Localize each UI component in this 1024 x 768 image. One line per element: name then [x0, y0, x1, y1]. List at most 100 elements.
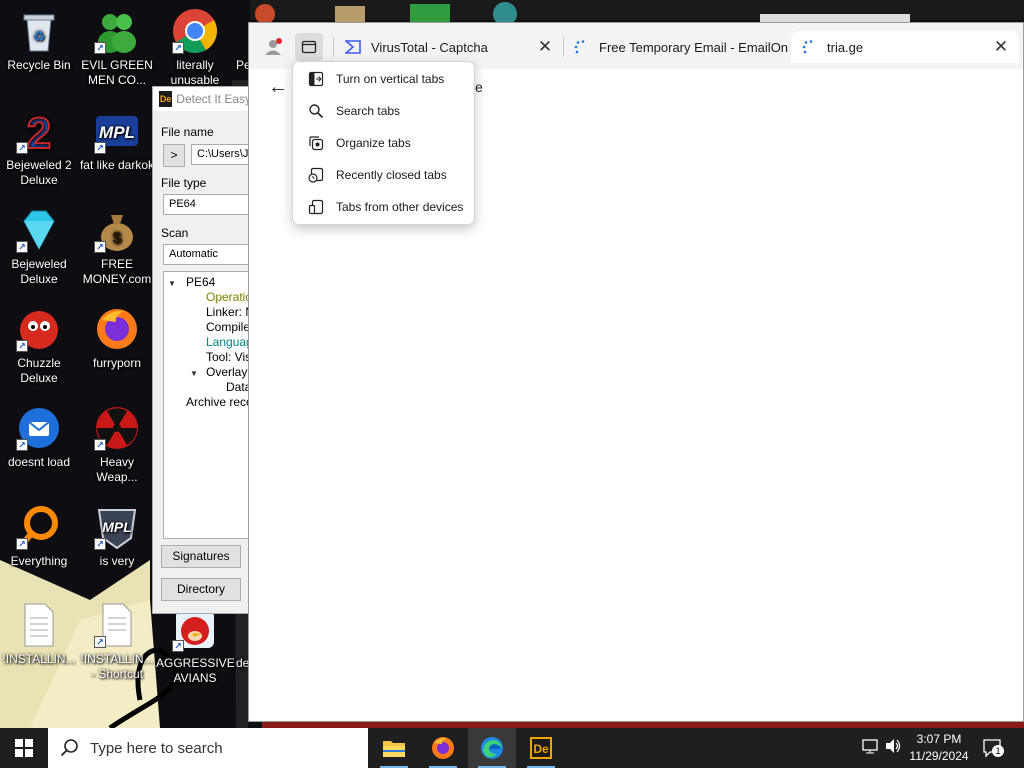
- taskbar-app-firefox[interactable]: [419, 728, 467, 768]
- tree-node[interactable]: Languag: [206, 335, 251, 350]
- tree-node[interactable]: Archive reco: [186, 395, 251, 410]
- taskbar-app-edge[interactable]: [468, 728, 516, 768]
- system-clock[interactable]: 3:07 PM 11/29/2024: [906, 731, 972, 765]
- desktop-icon-free-money[interactable]: $ ↗ FREE MONEY.com: [78, 207, 156, 287]
- network-icon[interactable]: [862, 738, 880, 757]
- tree-node[interactable]: PE64: [186, 275, 215, 290]
- desktop-icon-de[interactable]: de: [230, 606, 250, 671]
- shortcut-arrow-icon: ↗: [172, 42, 184, 54]
- tree-node[interactable]: Overlay:: [206, 365, 251, 380]
- menu-item-other-devices[interactable]: Tabs from other devices: [298, 192, 470, 222]
- tree-expand-icon[interactable]: ▼: [168, 276, 176, 291]
- back-arrow-icon[interactable]: ←: [265, 75, 291, 101]
- profile-icon: [265, 38, 282, 55]
- tree-node[interactable]: Compile: [206, 320, 250, 335]
- address-text[interactable]: e: [475, 79, 483, 95]
- desktop-icon-evil-green-men[interactable]: ↗ EVIL GREEN MEN CO...: [78, 8, 156, 88]
- menu-item-recently-closed[interactable]: Recently closed tabs: [298, 160, 470, 190]
- file-path-field[interactable]: C:\Users\Ja: [191, 144, 251, 165]
- desktop-icon-everything[interactable]: ↗ Everything: [0, 504, 78, 569]
- tab-actions-menu[interactable]: Turn on vertical tabs Search tabs Organi…: [292, 61, 475, 225]
- organize-tabs-icon: [308, 135, 324, 151]
- money-bag-icon: $ ↗: [94, 207, 140, 253]
- scan-label: Scan: [161, 226, 189, 240]
- desktop-icon-installing[interactable]: !INSTALLIN...: [0, 602, 78, 667]
- desktop-icon-doesnt-load[interactable]: ↗ doesnt load: [0, 405, 78, 470]
- signatures-button[interactable]: Signatures: [161, 545, 241, 568]
- loading-icon: [802, 40, 813, 54]
- firefox-icon: [94, 306, 140, 352]
- die-icon: De: [530, 737, 552, 759]
- close-tab-icon[interactable]: ✕: [991, 37, 1011, 57]
- tree-node[interactable]: Tool: Vis: [206, 350, 251, 365]
- menu-item-search-tabs[interactable]: Search tabs: [298, 96, 470, 126]
- shortcut-arrow-icon: ↗: [94, 439, 106, 451]
- close-tab-icon[interactable]: ✕: [535, 37, 555, 57]
- scan-results-tree[interactable]: ▼ PE64 Operatio Linker: M Compile Langua…: [163, 271, 251, 539]
- desktop-icon-fat-like-darkok[interactable]: MPL ↗ fat like darkok: [78, 108, 156, 173]
- desktop-icon-label: !INSTALLIN...: [2, 652, 76, 666]
- tab-virustotal[interactable]: VirusTotal - Captcha ✕: [335, 31, 563, 63]
- mpl-shield-icon: MPL ↗: [94, 504, 140, 550]
- start-button[interactable]: [0, 728, 48, 768]
- menu-item-label: Recently closed tabs: [336, 168, 447, 182]
- menu-item-organize-tabs[interactable]: Organize tabs: [298, 128, 470, 158]
- die-title: Detect It Easy: [176, 92, 251, 106]
- menu-item-vertical-tabs[interactable]: Turn on vertical tabs: [298, 64, 470, 94]
- profile-button[interactable]: [259, 33, 287, 61]
- tab-temporary-email[interactable]: Free Temporary Email - EmailOn: [563, 31, 791, 63]
- tab-tria-ge[interactable]: tria.ge ✕: [791, 31, 1019, 63]
- detect-it-easy-window[interactable]: De Detect It Easy File name > C:\Users\J…: [152, 86, 252, 614]
- desktop-icon-literally-unusable[interactable]: ↗ literally unusable: [156, 8, 234, 88]
- desktop-icon-label: Bejeweled Deluxe: [11, 257, 67, 286]
- desktop-icon-recycle-bin[interactable]: ♻ Recycle Bin: [0, 8, 78, 73]
- menu-item-label: Tabs from other devices: [336, 200, 464, 214]
- desktop-icon-aggressive-avians[interactable]: ↗ AGGRESSIVE AVIANS: [156, 606, 235, 686]
- desktop-icon-label: Chuzzle Deluxe: [17, 356, 61, 385]
- taskbar[interactable]: Type here to search De 3:07 PM 11/29/202…: [0, 728, 1024, 768]
- desktop-icon-label: Recycle Bin: [7, 58, 71, 72]
- tree-expand-icon[interactable]: ▼: [190, 366, 198, 381]
- browse-button[interactable]: >: [163, 144, 185, 167]
- shortcut-arrow-icon: ↗: [94, 636, 106, 648]
- shortcut-arrow-icon: ↗: [94, 241, 106, 253]
- tree-node[interactable]: Linker: M: [206, 305, 251, 320]
- desktop-icon-bejeweled-2[interactable]: 2 ↗ Bejeweled 2 Deluxe: [0, 108, 78, 188]
- die-title-bar[interactable]: De Detect It Easy: [153, 87, 251, 111]
- windows-logo-icon: [15, 739, 33, 757]
- firefox-icon: [432, 737, 454, 759]
- svg-text:2: 2: [27, 109, 51, 154]
- taskbar-search-box[interactable]: Type here to search: [48, 728, 368, 768]
- desktop-icon-chuzzle[interactable]: ↗ Chuzzle Deluxe: [0, 306, 78, 386]
- shortcut-arrow-icon: ↗: [16, 538, 28, 550]
- radiation-icon: ↗: [94, 405, 140, 451]
- menu-item-label: Search tabs: [336, 104, 401, 118]
- search-icon: [308, 103, 324, 119]
- tab-separator: [333, 37, 334, 57]
- tree-node[interactable]: Operatio: [206, 290, 251, 305]
- notification-center-button[interactable]: 1: [982, 738, 1004, 758]
- bejeweled-2-icon: 2 ↗: [16, 108, 62, 154]
- taskbar-app-detect-it-easy[interactable]: De: [517, 728, 565, 768]
- shortcut-arrow-icon: ↗: [16, 340, 28, 352]
- desktop-icon-heavy-weapon[interactable]: ↗ Heavy Weap...: [78, 405, 156, 485]
- recycle-bin-icon: ♻: [16, 8, 62, 54]
- desktop-icon-furryporn[interactable]: furryporn: [78, 306, 156, 371]
- directory-button[interactable]: Directory: [161, 578, 241, 601]
- desktop-icon-installing-shortcut[interactable]: ↗ !INSTALLIN... - Shortcut: [78, 602, 156, 682]
- clock-time: 3:07 PM: [916, 732, 962, 746]
- shortcut-arrow-icon: ↗: [94, 538, 106, 550]
- chrome-icon: ↗: [172, 8, 218, 54]
- scan-mode-select[interactable]: Automatic: [163, 244, 251, 265]
- chuzzle-icon: ↗: [16, 306, 62, 352]
- desktop-icon-label: FREE MONEY.com: [82, 257, 152, 286]
- taskbar-app-file-explorer[interactable]: [370, 728, 418, 768]
- desktop-icon-label: literally unusable: [170, 58, 220, 87]
- desktop-icon-bejeweled[interactable]: ↗ Bejeweled Deluxe: [0, 207, 78, 287]
- file-type-select[interactable]: PE64: [163, 194, 251, 215]
- volume-icon[interactable]: [884, 738, 902, 757]
- desktop-icon-label: fat like darkok: [79, 158, 155, 172]
- desktop-icon-is-very[interactable]: MPL ↗ is very: [78, 504, 156, 569]
- tab-actions-button[interactable]: [295, 33, 323, 61]
- virustotal-icon: [345, 40, 361, 54]
